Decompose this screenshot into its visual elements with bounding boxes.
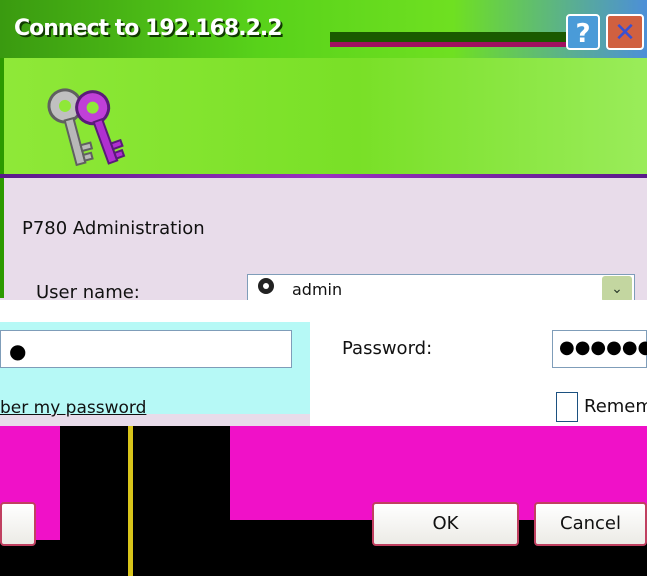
ok-button[interactable]: OK [372, 502, 519, 546]
keys-icon [47, 88, 126, 167]
banner-divider [0, 174, 647, 178]
username-value[interactable]: admin [292, 280, 342, 299]
remember-label[interactable]: Remem [584, 396, 647, 417]
remember-checkbox[interactable] [556, 392, 578, 422]
title-bar-glitch-line [330, 42, 570, 47]
button-fragment[interactable] [0, 502, 36, 546]
close-button[interactable]: ✕ [606, 14, 644, 50]
title-bar-glitch [330, 32, 570, 42]
password-input-fragment[interactable]: ● [0, 330, 292, 368]
glitch-block-black [60, 426, 230, 576]
cancel-button[interactable]: Cancel [534, 502, 647, 546]
password-label: Password: [342, 338, 433, 359]
dialog-heading: P780 Administration [22, 218, 205, 239]
remember-label-fragment[interactable]: ber my password [0, 398, 146, 418]
window-title: Connect to 192.168.2.2 [14, 16, 283, 41]
window-border [0, 178, 4, 298]
chevron-down-icon[interactable]: ⌄ [602, 276, 632, 302]
user-icon [258, 278, 274, 294]
glitch-stripe [128, 426, 133, 576]
password-dots: ●●●●●●● [559, 337, 647, 358]
password-input[interactable]: ●●●●●●● [552, 330, 647, 368]
password-dots: ● [9, 339, 27, 363]
help-button[interactable]: ? [566, 14, 600, 50]
